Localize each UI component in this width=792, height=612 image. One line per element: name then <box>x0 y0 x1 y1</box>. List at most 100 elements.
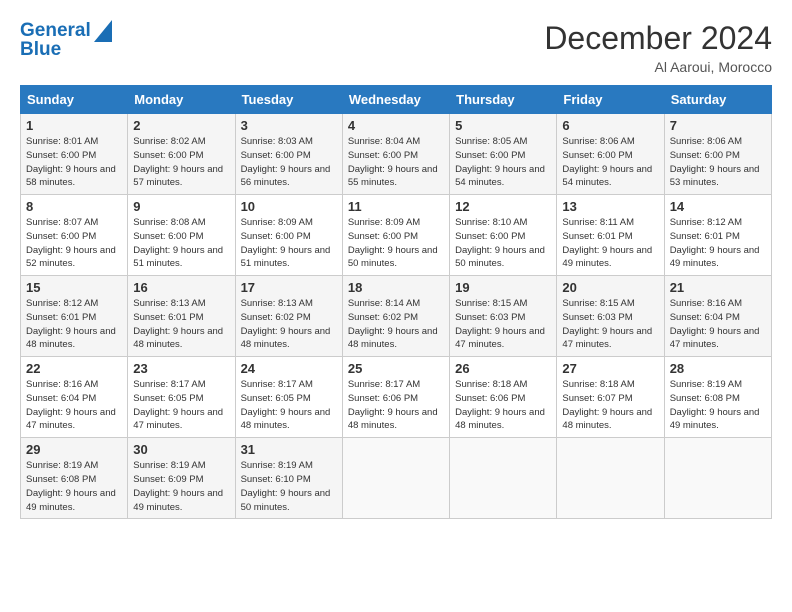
day-info: Sunrise: 8:19 AMSunset: 6:09 PMDaylight:… <box>133 460 223 512</box>
calendar-day-cell: 7 Sunrise: 8:06 AMSunset: 6:00 PMDayligh… <box>664 114 771 195</box>
calendar-week-row: 15 Sunrise: 8:12 AMSunset: 6:01 PMDaylig… <box>21 276 772 357</box>
day-info: Sunrise: 8:04 AMSunset: 6:00 PMDaylight:… <box>348 136 438 188</box>
day-number: 1 <box>26 118 122 133</box>
day-info: Sunrise: 8:14 AMSunset: 6:02 PMDaylight:… <box>348 298 438 350</box>
calendar-week-row: 8 Sunrise: 8:07 AMSunset: 6:00 PMDayligh… <box>21 195 772 276</box>
calendar-day-cell: 1 Sunrise: 8:01 AMSunset: 6:00 PMDayligh… <box>21 114 128 195</box>
day-number: 30 <box>133 442 229 457</box>
page-header: General Blue December 2024 Al Aaroui, Mo… <box>20 20 772 75</box>
calendar-day-cell: 21 Sunrise: 8:16 AMSunset: 6:04 PMDaylig… <box>664 276 771 357</box>
day-info: Sunrise: 8:05 AMSunset: 6:00 PMDaylight:… <box>455 136 545 188</box>
day-info: Sunrise: 8:19 AMSunset: 6:10 PMDaylight:… <box>241 460 331 512</box>
day-number: 20 <box>562 280 658 295</box>
calendar-body: 1 Sunrise: 8:01 AMSunset: 6:00 PMDayligh… <box>21 114 772 519</box>
day-info: Sunrise: 8:13 AMSunset: 6:02 PMDaylight:… <box>241 298 331 350</box>
day-info: Sunrise: 8:12 AMSunset: 6:01 PMDaylight:… <box>26 298 116 350</box>
calendar-day-cell: 3 Sunrise: 8:03 AMSunset: 6:00 PMDayligh… <box>235 114 342 195</box>
calendar-week-row: 1 Sunrise: 8:01 AMSunset: 6:00 PMDayligh… <box>21 114 772 195</box>
calendar-header-thursday: Thursday <box>450 86 557 114</box>
day-info: Sunrise: 8:09 AMSunset: 6:00 PMDaylight:… <box>241 217 331 269</box>
day-info: Sunrise: 8:17 AMSunset: 6:05 PMDaylight:… <box>133 379 223 431</box>
day-number: 18 <box>348 280 444 295</box>
day-number: 14 <box>670 199 766 214</box>
calendar-day-cell: 11 Sunrise: 8:09 AMSunset: 6:00 PMDaylig… <box>342 195 449 276</box>
calendar-day-cell: 4 Sunrise: 8:04 AMSunset: 6:00 PMDayligh… <box>342 114 449 195</box>
day-number: 5 <box>455 118 551 133</box>
calendar-day-cell: 10 Sunrise: 8:09 AMSunset: 6:00 PMDaylig… <box>235 195 342 276</box>
calendar-header-sunday: Sunday <box>21 86 128 114</box>
calendar-day-cell: 8 Sunrise: 8:07 AMSunset: 6:00 PMDayligh… <box>21 195 128 276</box>
calendar-day-cell: 27 Sunrise: 8:18 AMSunset: 6:07 PMDaylig… <box>557 357 664 438</box>
calendar-header-monday: Monday <box>128 86 235 114</box>
calendar-table: SundayMondayTuesdayWednesdayThursdayFrid… <box>20 85 772 519</box>
day-info: Sunrise: 8:08 AMSunset: 6:00 PMDaylight:… <box>133 217 223 269</box>
day-number: 16 <box>133 280 229 295</box>
day-number: 26 <box>455 361 551 376</box>
calendar-day-cell: 9 Sunrise: 8:08 AMSunset: 6:00 PMDayligh… <box>128 195 235 276</box>
day-number: 11 <box>348 199 444 214</box>
day-number: 13 <box>562 199 658 214</box>
day-info: Sunrise: 8:09 AMSunset: 6:00 PMDaylight:… <box>348 217 438 269</box>
day-number: 12 <box>455 199 551 214</box>
day-info: Sunrise: 8:17 AMSunset: 6:05 PMDaylight:… <box>241 379 331 431</box>
day-info: Sunrise: 8:06 AMSunset: 6:00 PMDaylight:… <box>670 136 760 188</box>
day-number: 28 <box>670 361 766 376</box>
logo-arrow-icon <box>94 20 112 42</box>
calendar-day-cell: 31 Sunrise: 8:19 AMSunset: 6:10 PMDaylig… <box>235 438 342 519</box>
calendar-header-wednesday: Wednesday <box>342 86 449 114</box>
calendar-day-cell: 6 Sunrise: 8:06 AMSunset: 6:00 PMDayligh… <box>557 114 664 195</box>
calendar-day-cell <box>557 438 664 519</box>
day-info: Sunrise: 8:16 AMSunset: 6:04 PMDaylight:… <box>670 298 760 350</box>
day-number: 8 <box>26 199 122 214</box>
calendar-day-cell: 2 Sunrise: 8:02 AMSunset: 6:00 PMDayligh… <box>128 114 235 195</box>
day-number: 24 <box>241 361 337 376</box>
calendar-day-cell: 28 Sunrise: 8:19 AMSunset: 6:08 PMDaylig… <box>664 357 771 438</box>
day-info: Sunrise: 8:19 AMSunset: 6:08 PMDaylight:… <box>670 379 760 431</box>
calendar-day-cell: 20 Sunrise: 8:15 AMSunset: 6:03 PMDaylig… <box>557 276 664 357</box>
calendar-day-cell: 18 Sunrise: 8:14 AMSunset: 6:02 PMDaylig… <box>342 276 449 357</box>
calendar-day-cell: 26 Sunrise: 8:18 AMSunset: 6:06 PMDaylig… <box>450 357 557 438</box>
day-info: Sunrise: 8:13 AMSunset: 6:01 PMDaylight:… <box>133 298 223 350</box>
calendar-day-cell: 17 Sunrise: 8:13 AMSunset: 6:02 PMDaylig… <box>235 276 342 357</box>
day-info: Sunrise: 8:01 AMSunset: 6:00 PMDaylight:… <box>26 136 116 188</box>
day-number: 10 <box>241 199 337 214</box>
day-info: Sunrise: 8:11 AMSunset: 6:01 PMDaylight:… <box>562 217 652 269</box>
day-number: 3 <box>241 118 337 133</box>
day-number: 7 <box>670 118 766 133</box>
day-number: 19 <box>455 280 551 295</box>
day-info: Sunrise: 8:02 AMSunset: 6:00 PMDaylight:… <box>133 136 223 188</box>
month-year-title: December 2024 <box>544 20 772 57</box>
day-number: 23 <box>133 361 229 376</box>
calendar-day-cell <box>342 438 449 519</box>
calendar-day-cell: 24 Sunrise: 8:17 AMSunset: 6:05 PMDaylig… <box>235 357 342 438</box>
day-number: 4 <box>348 118 444 133</box>
calendar-day-cell: 13 Sunrise: 8:11 AMSunset: 6:01 PMDaylig… <box>557 195 664 276</box>
calendar-header-tuesday: Tuesday <box>235 86 342 114</box>
calendar-day-cell: 23 Sunrise: 8:17 AMSunset: 6:05 PMDaylig… <box>128 357 235 438</box>
day-number: 2 <box>133 118 229 133</box>
calendar-day-cell: 12 Sunrise: 8:10 AMSunset: 6:00 PMDaylig… <box>450 195 557 276</box>
location-subtitle: Al Aaroui, Morocco <box>544 59 772 75</box>
calendar-day-cell: 14 Sunrise: 8:12 AMSunset: 6:01 PMDaylig… <box>664 195 771 276</box>
calendar-day-cell: 25 Sunrise: 8:17 AMSunset: 6:06 PMDaylig… <box>342 357 449 438</box>
day-info: Sunrise: 8:19 AMSunset: 6:08 PMDaylight:… <box>26 460 116 512</box>
calendar-week-row: 22 Sunrise: 8:16 AMSunset: 6:04 PMDaylig… <box>21 357 772 438</box>
day-info: Sunrise: 8:03 AMSunset: 6:00 PMDaylight:… <box>241 136 331 188</box>
day-info: Sunrise: 8:15 AMSunset: 6:03 PMDaylight:… <box>455 298 545 350</box>
calendar-day-cell: 29 Sunrise: 8:19 AMSunset: 6:08 PMDaylig… <box>21 438 128 519</box>
title-section: December 2024 Al Aaroui, Morocco <box>544 20 772 75</box>
day-info: Sunrise: 8:16 AMSunset: 6:04 PMDaylight:… <box>26 379 116 431</box>
day-number: 31 <box>241 442 337 457</box>
calendar-header-friday: Friday <box>557 86 664 114</box>
calendar-day-cell <box>664 438 771 519</box>
day-number: 15 <box>26 280 122 295</box>
calendar-day-cell: 5 Sunrise: 8:05 AMSunset: 6:00 PMDayligh… <box>450 114 557 195</box>
day-number: 21 <box>670 280 766 295</box>
day-info: Sunrise: 8:18 AMSunset: 6:06 PMDaylight:… <box>455 379 545 431</box>
calendar-day-cell: 19 Sunrise: 8:15 AMSunset: 6:03 PMDaylig… <box>450 276 557 357</box>
day-info: Sunrise: 8:17 AMSunset: 6:06 PMDaylight:… <box>348 379 438 431</box>
day-info: Sunrise: 8:06 AMSunset: 6:00 PMDaylight:… <box>562 136 652 188</box>
day-info: Sunrise: 8:07 AMSunset: 6:00 PMDaylight:… <box>26 217 116 269</box>
calendar-header-row: SundayMondayTuesdayWednesdayThursdayFrid… <box>21 86 772 114</box>
day-info: Sunrise: 8:12 AMSunset: 6:01 PMDaylight:… <box>670 217 760 269</box>
